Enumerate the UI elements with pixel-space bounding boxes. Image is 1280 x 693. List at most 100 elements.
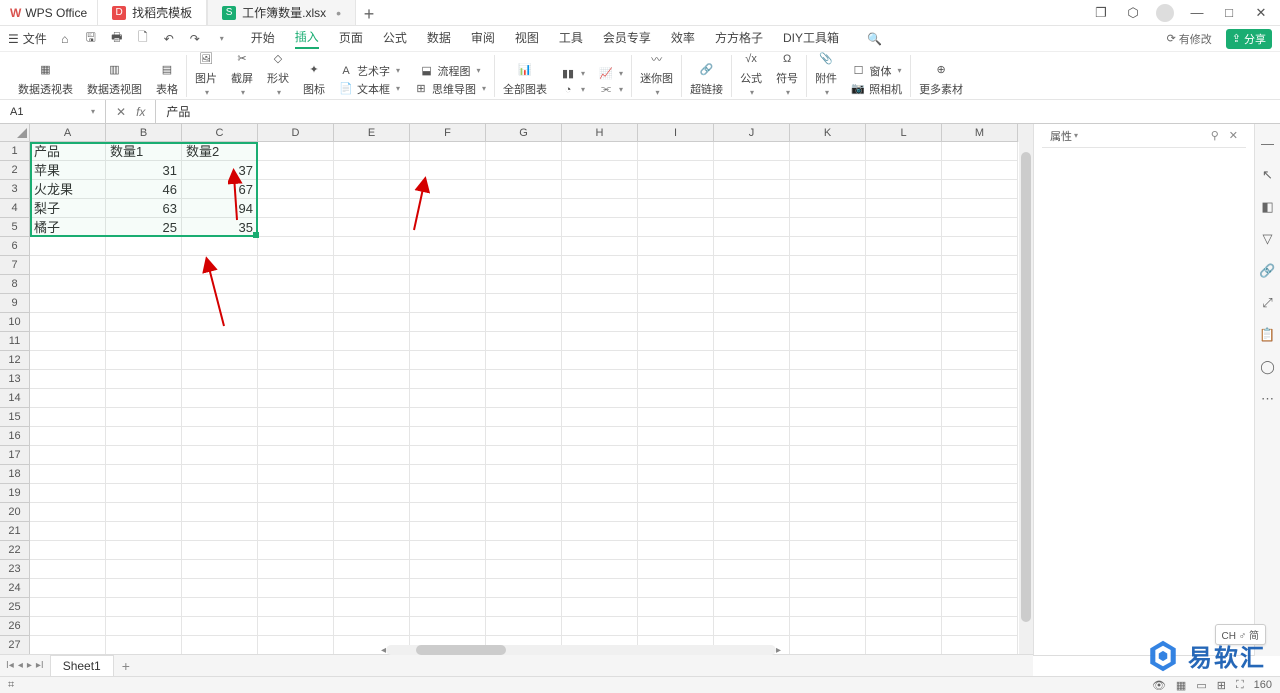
symbol-button[interactable]: Ω符号 (776, 50, 798, 97)
cell[interactable] (714, 294, 790, 313)
cell[interactable] (638, 522, 714, 541)
cell[interactable] (334, 275, 410, 294)
cell[interactable] (714, 218, 790, 237)
cell[interactable] (790, 579, 866, 598)
picture-button[interactable]: 🖼图片 (195, 50, 217, 97)
cell[interactable] (562, 446, 638, 465)
cell[interactable] (334, 256, 410, 275)
cell[interactable] (942, 465, 1018, 484)
cell[interactable] (334, 351, 410, 370)
cell[interactable] (866, 560, 942, 579)
cell[interactable] (410, 522, 486, 541)
cell[interactable] (30, 332, 106, 351)
cell[interactable] (562, 503, 638, 522)
tab-tools[interactable]: 工具 (559, 29, 583, 48)
cell[interactable] (410, 351, 486, 370)
pivot-table-button[interactable]: ▦数据透视表 (18, 61, 73, 97)
home-icon[interactable]: ⌂ (57, 31, 73, 47)
col-header[interactable]: J (714, 124, 790, 142)
cell[interactable] (486, 237, 562, 256)
cell[interactable] (106, 446, 182, 465)
cell[interactable] (30, 237, 106, 256)
cell[interactable] (562, 465, 638, 484)
cell[interactable] (258, 199, 334, 218)
cell[interactable] (486, 142, 562, 161)
cell[interactable] (410, 408, 486, 427)
cell[interactable] (410, 161, 486, 180)
row-header[interactable]: 27 (0, 636, 30, 655)
cell[interactable] (714, 465, 790, 484)
col-header[interactable]: A (30, 124, 106, 142)
flowchart-button[interactable]: ⬓流程图 (420, 63, 481, 79)
cell[interactable] (334, 598, 410, 617)
cell[interactable] (562, 598, 638, 617)
cell[interactable] (486, 294, 562, 313)
row-header[interactable]: 21 (0, 522, 30, 541)
screenshot-button[interactable]: ✂截屏 (231, 50, 253, 97)
cell[interactable] (182, 256, 258, 275)
col-header[interactable]: L (866, 124, 942, 142)
view-normal-icon[interactable]: ▦ (1176, 679, 1186, 692)
cell[interactable] (562, 199, 638, 218)
cell[interactable] (334, 180, 410, 199)
row-header[interactable]: 16 (0, 427, 30, 446)
row-header[interactable]: 25 (0, 598, 30, 617)
cell[interactable] (866, 636, 942, 655)
cell[interactable] (714, 579, 790, 598)
more-materials-button[interactable]: ⊕更多素材 (919, 61, 963, 97)
cell[interactable] (106, 598, 182, 617)
vertical-scrollbar[interactable] (1019, 142, 1033, 654)
cell[interactable] (790, 161, 866, 180)
cell[interactable] (410, 579, 486, 598)
horizontal-scrollbar[interactable]: ◂▸ (381, 643, 781, 657)
cell[interactable] (182, 389, 258, 408)
cell[interactable] (942, 256, 1018, 275)
tab-ffgz[interactable]: 方方格子 (715, 29, 763, 48)
cell[interactable] (714, 598, 790, 617)
cell[interactable] (942, 484, 1018, 503)
cell[interactable] (486, 351, 562, 370)
cell[interactable] (486, 541, 562, 560)
cell[interactable] (866, 522, 942, 541)
cell[interactable] (942, 617, 1018, 636)
cell[interactable] (942, 541, 1018, 560)
cell[interactable]: 63 (106, 199, 182, 218)
cell[interactable] (410, 332, 486, 351)
cell[interactable] (334, 484, 410, 503)
cell[interactable] (106, 313, 182, 332)
cell[interactable] (334, 560, 410, 579)
undo-icon[interactable]: ↶ (161, 31, 177, 47)
cell[interactable]: 94 (182, 199, 258, 218)
cell[interactable] (486, 313, 562, 332)
cell[interactable] (638, 351, 714, 370)
tab-diy[interactable]: DIY工具箱 (783, 29, 839, 48)
cell[interactable] (410, 218, 486, 237)
row-header[interactable]: 5 (0, 218, 30, 237)
redo-icon[interactable]: ↷ (187, 31, 203, 47)
cell[interactable] (866, 294, 942, 313)
cell[interactable] (562, 294, 638, 313)
tab-insert[interactable]: 插入 (295, 28, 319, 49)
cell[interactable] (182, 332, 258, 351)
cell[interactable]: 25 (106, 218, 182, 237)
tab-data[interactable]: 数据 (427, 29, 451, 48)
save-icon[interactable]: 🖫 (83, 31, 99, 47)
spreadsheet-grid[interactable]: ABCDEFGHIJKLM 1产品数量1数量22苹果31373火龙果46674梨… (0, 124, 1033, 656)
sparkline-button[interactable]: 〰迷你图 (640, 50, 673, 97)
cell[interactable] (866, 180, 942, 199)
cell[interactable] (258, 636, 334, 655)
wordart-button[interactable]: A艺术字 (339, 63, 400, 79)
cell[interactable] (258, 332, 334, 351)
cell[interactable] (258, 180, 334, 199)
cell[interactable] (410, 617, 486, 636)
collapse-icon[interactable]: — (1259, 134, 1277, 152)
cell[interactable] (866, 237, 942, 256)
cell[interactable] (866, 313, 942, 332)
cell[interactable] (790, 465, 866, 484)
row-header[interactable]: 9 (0, 294, 30, 313)
avatar-icon[interactable] (1156, 4, 1174, 22)
cell[interactable] (866, 142, 942, 161)
fx-icon[interactable]: fx (136, 105, 145, 119)
row-header[interactable]: 12 (0, 351, 30, 370)
cell[interactable] (410, 275, 486, 294)
